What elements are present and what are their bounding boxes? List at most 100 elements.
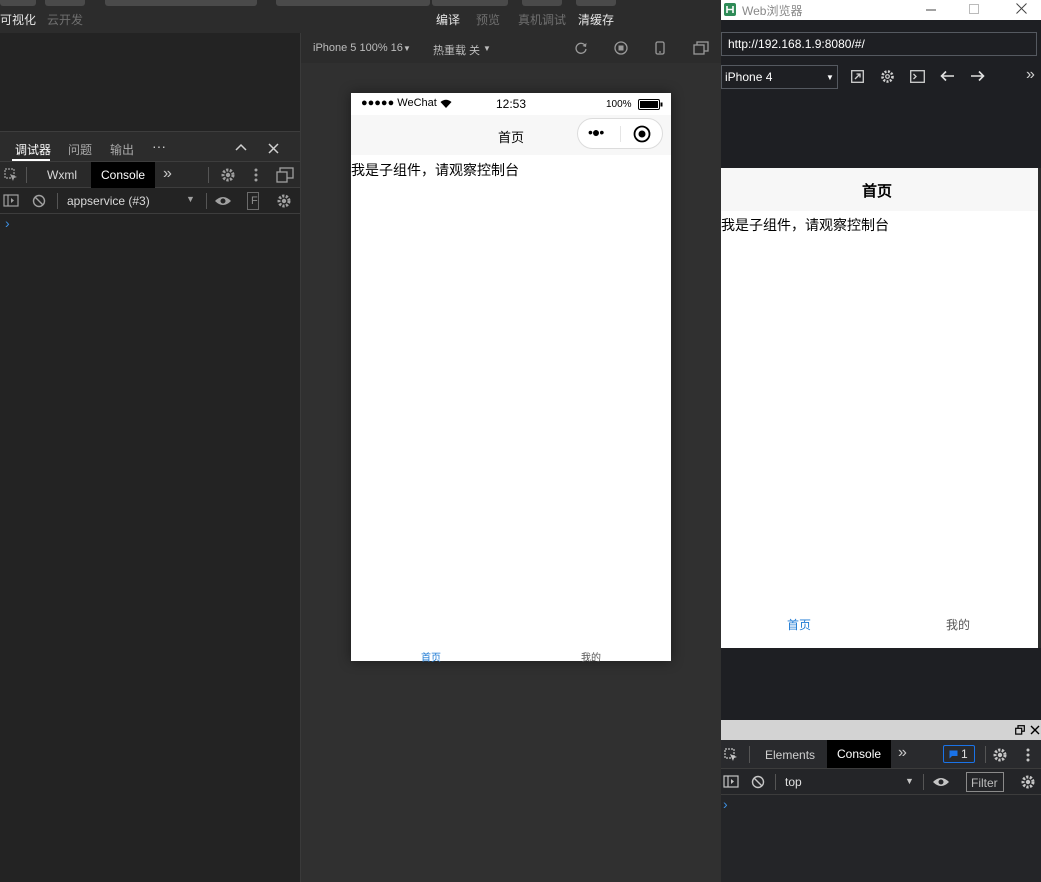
phone-tab-bar: 首页 我的	[351, 643, 671, 664]
kebab-menu-icon[interactable]	[253, 167, 259, 183]
browser-devtools-tab-bar: Elements Console » 1	[721, 740, 1041, 769]
gear-icon[interactable]	[992, 747, 1008, 763]
console-settings-gear-icon[interactable]	[1020, 774, 1036, 790]
context-select[interactable]: appservice (#3)	[67, 194, 150, 208]
clear-cache-button[interactable]: 清缓存	[578, 11, 614, 28]
restore-icon[interactable]	[1015, 725, 1025, 735]
device-select[interactable]: iPhone 5 100% 16	[313, 42, 403, 54]
visual-button[interactable]: 可视化	[0, 11, 36, 28]
toolbar-button-stub[interactable]	[522, 0, 562, 6]
maximize-icon[interactable]	[969, 4, 979, 14]
capsule-close-icon[interactable]	[633, 125, 651, 143]
devtools-close-icon[interactable]	[1030, 725, 1040, 735]
tab-console[interactable]: Console	[91, 162, 156, 188]
dropdown-arrow-icon[interactable]: ▼	[905, 776, 914, 786]
tab-debugger[interactable]: 调试器	[15, 141, 51, 158]
window-close-icon[interactable]	[1016, 3, 1027, 14]
dropdown-arrow-icon[interactable]: ▼	[186, 194, 195, 204]
record-icon[interactable]	[614, 41, 628, 55]
hot-reload-select[interactable]: 热重载 关	[433, 42, 480, 58]
browser-console-output[interactable]: ›	[721, 795, 1041, 882]
more-tabs-button[interactable]: ···	[152, 138, 166, 154]
more-panels-icon[interactable]: »	[898, 744, 907, 762]
sidebar-toggle-icon[interactable]	[723, 775, 739, 788]
devtools-tab-bar: Wxml Console »	[0, 161, 300, 188]
clear-console-icon[interactable]	[751, 775, 765, 789]
toolbar-button-stub[interactable]	[45, 0, 85, 6]
url-input[interactable]: http://192.168.1.9:8080/#/	[721, 32, 1037, 56]
filter-placeholder: Filter	[971, 776, 998, 790]
tab-problems[interactable]: 问题	[68, 141, 92, 158]
real-device-debug-button[interactable]: 真机调试	[518, 11, 566, 28]
dropdown-arrow-icon: ▼	[826, 73, 834, 82]
wifi-icon	[440, 99, 452, 108]
open-external-icon[interactable]	[851, 70, 864, 83]
page-content-text: 我是子组件，请观察控制台	[351, 162, 519, 178]
browser-tab-home[interactable]: 首页	[787, 616, 811, 633]
compile-button[interactable]: 编译	[436, 11, 460, 28]
tab-wxml[interactable]: Wxml	[37, 162, 87, 188]
context-select[interactable]: top	[785, 775, 802, 789]
toolbar-button-stub[interactable]	[576, 0, 616, 6]
minimize-icon[interactable]	[926, 9, 936, 11]
more-tools-icon[interactable]: »	[1026, 66, 1035, 84]
carrier-label: ●●●●● WeChat	[361, 97, 437, 109]
device-select-label: iPhone 4	[725, 70, 773, 84]
window-title: Web浏览器	[742, 4, 803, 18]
phone-mode-icon[interactable]	[655, 41, 665, 55]
terminal-icon[interactable]	[910, 70, 925, 83]
status-time: 12:53	[496, 97, 527, 111]
tab-mine[interactable]: 我的	[581, 649, 601, 664]
capsule-menu-icon[interactable]: •●•	[588, 124, 604, 140]
console-output[interactable]: ›	[0, 214, 300, 882]
undock-icon[interactable]	[276, 167, 294, 183]
phone-status-bar: ●●●●● WeChat 12:53 100%	[351, 93, 671, 115]
filter-input[interactable]: Filter	[966, 772, 1004, 792]
preview-button[interactable]: 预览	[476, 11, 500, 28]
compile-mode-select-stub[interactable]	[276, 0, 430, 6]
more-panels-icon[interactable]: »	[163, 165, 172, 183]
phone-nav-bar: 首页 •●•	[351, 115, 671, 155]
mode-select-stub[interactable]	[105, 0, 257, 6]
cloud-dev-button[interactable]: 云开发	[47, 11, 83, 28]
browser-tab-mine[interactable]: 我的	[946, 616, 970, 633]
kebab-menu-icon[interactable]	[1025, 747, 1031, 763]
devtools-title-bar	[721, 720, 1041, 740]
tab-elements[interactable]: Elements	[765, 748, 815, 762]
settings-gear-icon[interactable]	[880, 69, 895, 84]
inspect-element-icon[interactable]	[4, 168, 18, 182]
console-prompt-icon: ›	[5, 215, 10, 231]
device-select[interactable]: iPhone 4 ▼	[721, 65, 838, 89]
browser-address-bar: http://192.168.1.9:8080/#/	[721, 20, 1041, 63]
gear-icon[interactable]	[220, 167, 236, 183]
separator	[206, 193, 207, 209]
battery-icon	[638, 99, 663, 110]
console-settings-gear-icon[interactable]	[276, 193, 292, 209]
browser-content-text: 我是子组件，请观察控制台	[721, 217, 889, 233]
separator	[749, 746, 750, 763]
detach-window-icon[interactable]	[693, 41, 709, 55]
tab-output[interactable]: 输出	[110, 141, 134, 158]
editor-area	[0, 33, 300, 131]
filter-input[interactable]: F	[247, 192, 259, 210]
chevron-up-icon[interactable]	[235, 143, 247, 151]
eye-icon[interactable]	[214, 195, 232, 207]
refresh-icon[interactable]	[574, 41, 588, 55]
forward-arrow-icon[interactable]	[970, 70, 985, 82]
toolbar-button-stub[interactable]	[432, 0, 508, 6]
sidebar-toggle-icon[interactable]	[3, 194, 19, 207]
message-count-badge[interactable]: 1	[943, 745, 975, 763]
console-prompt-icon: ›	[723, 796, 728, 812]
inspect-element-icon[interactable]	[724, 748, 738, 762]
close-icon[interactable]	[268, 143, 279, 154]
console-filter-bar: appservice (#3) ▼ F	[0, 188, 300, 214]
separator	[985, 746, 986, 763]
tab-home[interactable]: 首页	[421, 649, 441, 664]
back-arrow-icon[interactable]	[940, 70, 955, 82]
clear-console-icon[interactable]	[32, 194, 46, 208]
toolbar-button-stub[interactable]	[0, 0, 36, 6]
tab-browser-console[interactable]: Console	[827, 740, 892, 768]
eye-icon[interactable]	[932, 776, 950, 788]
separator	[208, 167, 209, 183]
message-count: 1	[961, 747, 968, 761]
